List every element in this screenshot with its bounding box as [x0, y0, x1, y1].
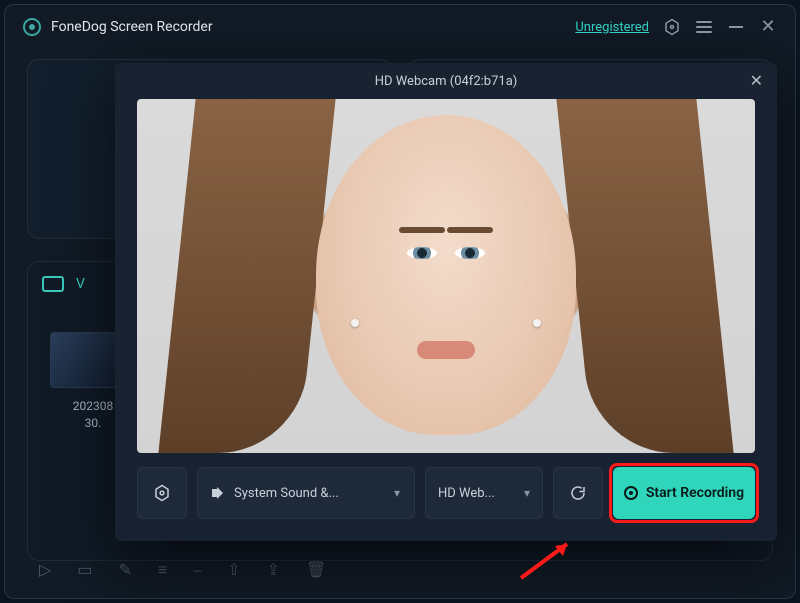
titlebar-actions: Unregistered ✕ — [575, 18, 777, 36]
folder-icon[interactable]: ▭ — [77, 560, 92, 580]
refresh-button[interactable] — [553, 467, 603, 519]
export-icon[interactable]: ⇧ — [227, 560, 240, 580]
chevron-down-icon: ▾ — [524, 486, 530, 500]
edit-icon[interactable]: ✎ — [118, 560, 131, 580]
logo-icon — [23, 18, 41, 36]
record-icon — [624, 486, 638, 500]
sound-label: System Sound &... — [234, 486, 339, 501]
webcam-settings-button[interactable] — [137, 467, 187, 519]
start-label: Start Recording — [646, 485, 744, 501]
video-tab-icon[interactable] — [42, 276, 64, 292]
webcam-modal: HD Webcam (04f2:b71a) ✕ System Sound &..… — [115, 63, 777, 541]
camera-source-dropdown[interactable]: HD Web... ▾ — [425, 467, 543, 519]
app-window: FoneDog Screen Recorder Unregistered ✕ V… — [4, 4, 796, 599]
modal-title: HD Webcam (04f2:b71a) — [375, 74, 518, 89]
app-title: FoneDog Screen Recorder — [51, 19, 213, 35]
webcam-preview — [137, 99, 755, 453]
unregistered-link[interactable]: Unregistered — [575, 20, 649, 35]
start-recording-button[interactable]: Start Recording — [613, 467, 755, 519]
modal-footer: System Sound &... ▾ HD Web... ▾ Start Re… — [137, 467, 755, 519]
app-logo: FoneDog Screen Recorder — [23, 18, 213, 36]
refresh-icon — [569, 484, 587, 502]
video-tab-label[interactable]: V — [76, 276, 85, 292]
close-window-icon[interactable]: ✕ — [759, 18, 777, 36]
delete-icon[interactable]: 🗑 — [306, 560, 326, 580]
chevron-down-icon: ▾ — [394, 486, 400, 500]
minimize-icon[interactable] — [727, 18, 745, 36]
close-icon[interactable]: ✕ — [750, 71, 763, 90]
titlebar: FoneDog Screen Recorder Unregistered ✕ — [5, 5, 795, 49]
cut-icon[interactable]: ⎯ — [193, 560, 201, 580]
sound-source-dropdown[interactable]: System Sound &... ▾ — [197, 467, 415, 519]
settings-hex-icon[interactable] — [663, 18, 681, 36]
menu-icon[interactable] — [695, 18, 713, 36]
share-icon[interactable]: ⇪ — [267, 560, 280, 580]
adjust-icon[interactable]: ≡ — [158, 560, 167, 580]
speaker-icon — [212, 487, 226, 499]
bottom-toolbar: ▷ ▭ ✎ ≡ ⎯ ⇧ ⇪ 🗑 — [39, 560, 326, 580]
start-recording-wrap: Start Recording — [613, 467, 755, 519]
play-icon[interactable]: ▷ — [39, 560, 51, 580]
gear-icon — [153, 484, 171, 502]
modal-header: HD Webcam (04f2:b71a) ✕ — [115, 63, 777, 99]
camera-source-label: HD Web... — [438, 486, 495, 501]
